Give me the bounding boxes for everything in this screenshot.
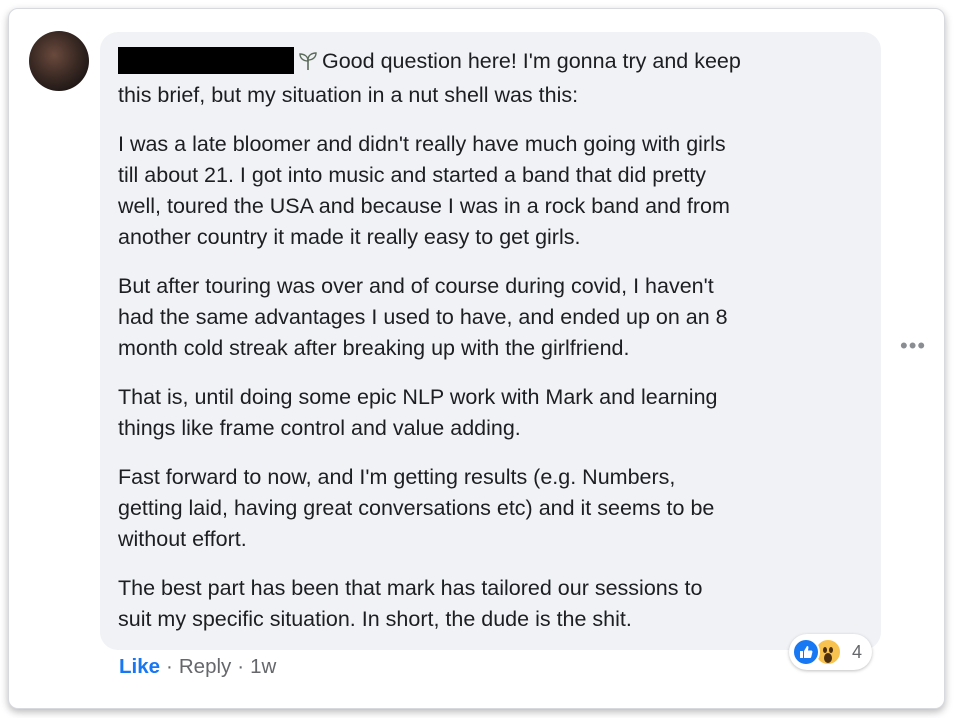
comment-paragraph: But after touring was over and of course…	[118, 271, 863, 364]
comment-line: That is, until doing some epic NLP work …	[118, 385, 718, 409]
comment-line: But after touring was over and of course…	[118, 274, 714, 298]
comment-actions: Like · Reply · 1w	[119, 654, 276, 680]
comment-line: another country it made it really easy t…	[118, 225, 581, 249]
comment-line: till about 21. I got into music and star…	[118, 163, 707, 187]
comment-bubble: Good question here! I'm gonna try and ke…	[100, 32, 881, 650]
comment-line: Fast forward to now, and I'm getting res…	[118, 465, 676, 489]
comment-paragraph: That is, until doing some epic NLP work …	[118, 382, 863, 444]
comment-paragraph: The best part has been that mark has tai…	[118, 573, 863, 635]
timestamp[interactable]: 1w	[250, 654, 276, 680]
comment-line: I was a late bloomer and didn't really h…	[118, 132, 726, 156]
comment-line: getting laid, having great conversations…	[118, 496, 715, 520]
avatar[interactable]	[29, 31, 89, 91]
comment-line: suit my specific situation. In short, th…	[118, 607, 632, 631]
separator: ·	[166, 655, 173, 678]
more-options-icon[interactable]: •••	[900, 335, 926, 357]
comment-line: things like frame control and value addi…	[118, 416, 521, 440]
separator: ·	[237, 655, 245, 678]
like-button[interactable]: Like	[119, 654, 160, 680]
comment-first-line: Good question here! I'm gonna try and ke…	[322, 49, 741, 73]
reactions-summary[interactable]: 4	[789, 634, 873, 670]
comment-line: without effort.	[118, 527, 247, 551]
comment-line: month cold streak after breaking up with…	[118, 336, 630, 360]
comment-paragraph: Fast forward to now, and I'm getting res…	[118, 462, 863, 555]
reply-button[interactable]: Reply	[179, 654, 231, 680]
comment-line: The best part has been that mark has tai…	[118, 576, 703, 600]
reaction-count: 4	[852, 641, 863, 662]
comment-intro: Good question here! I'm gonna try and ke…	[118, 46, 863, 111]
comment-first-line-cont: this brief, but my situation in a nut sh…	[118, 83, 579, 107]
sprout-icon	[298, 49, 318, 80]
comment-line: well, toured the USA and because I was i…	[118, 194, 730, 218]
comment-line: had the same advantages I used to have, …	[118, 305, 728, 329]
comment-paragraph: I was a late bloomer and didn't really h…	[118, 129, 863, 253]
like-icon	[792, 638, 820, 666]
redacted-name	[118, 47, 294, 74]
